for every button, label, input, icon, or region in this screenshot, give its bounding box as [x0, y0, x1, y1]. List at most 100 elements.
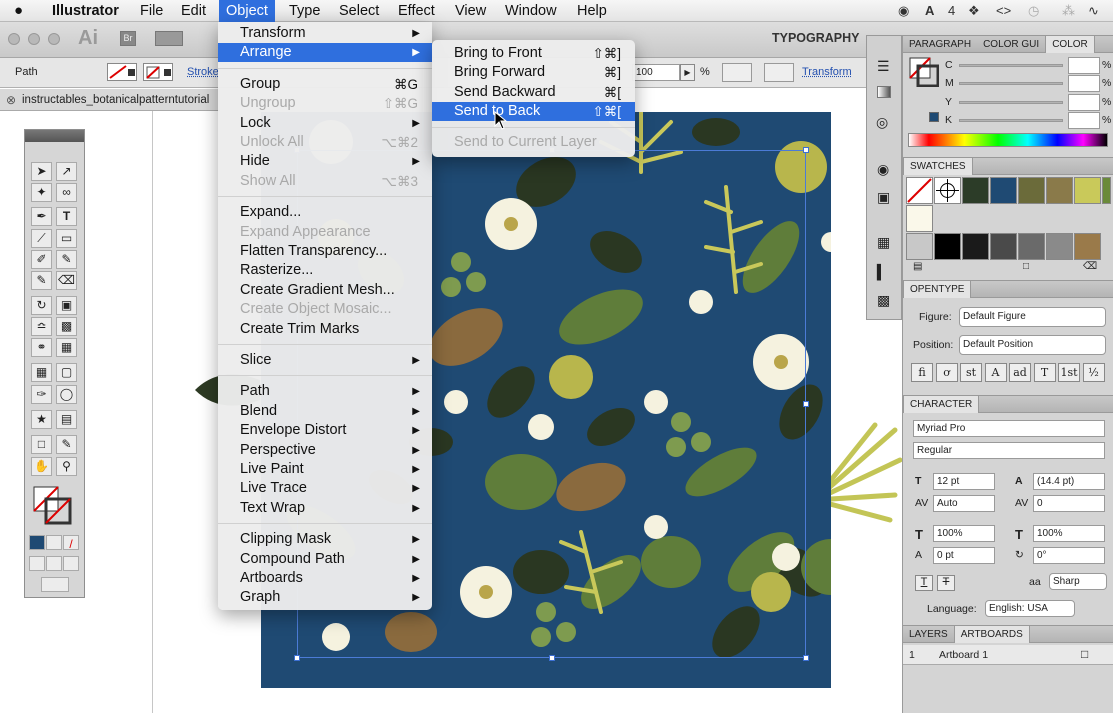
object-menu-item[interactable]: Text Wrap ▶ [218, 499, 432, 518]
swatch-color[interactable] [990, 233, 1017, 260]
arrange-menu-item[interactable]: Bring to Front ⇧⌘] [432, 44, 635, 63]
artboard-row[interactable]: 1 Artboard 1 □ [903, 645, 1113, 665]
dropbox-icon[interactable]: ❖ [968, 3, 980, 19]
resize-handle[interactable] [803, 655, 809, 661]
font-size-field[interactable]: 12 pt [933, 473, 995, 490]
swatch-registration[interactable] [934, 177, 961, 204]
blend-tool-icon[interactable]: ◯ [56, 385, 77, 404]
swatch-color[interactable] [934, 233, 961, 260]
object-menu-item[interactable]: Artboards ▶ [218, 569, 432, 588]
object-menu-item[interactable]: Clipping Mask ▶ [218, 530, 432, 549]
align-icon[interactable] [764, 63, 794, 82]
color-chip[interactable] [929, 112, 939, 122]
column-graph-tool-icon[interactable]: ▤ [56, 410, 77, 429]
none-mode-icon[interactable]: / [63, 535, 79, 551]
opacity-field[interactable]: 100 [632, 64, 680, 81]
swatch-color[interactable] [1018, 233, 1045, 260]
rectangle-tool-icon[interactable]: ▭ [56, 229, 77, 248]
perspective-grid-tool-icon[interactable]: ▦ [56, 338, 77, 357]
tab-opentype[interactable]: OPENTYPE [903, 281, 972, 298]
color-mode-icon[interactable] [29, 535, 45, 550]
tab-color[interactable]: COLOR [1045, 36, 1095, 53]
tab-swatches[interactable]: SWATCHES [903, 158, 973, 175]
menu-window[interactable]: Window [505, 2, 557, 20]
opentype-glyph-button[interactable]: A [984, 363, 1007, 382]
bridge-button[interactable]: Br [120, 31, 136, 46]
transform-panel-icon[interactable]: ▦ [877, 234, 890, 251]
object-menu-item[interactable]: Live Paint ▶ [218, 460, 432, 479]
slice-tool-icon[interactable]: ✎ [56, 435, 77, 454]
recolor-icon[interactable] [722, 63, 752, 82]
pen-tool-icon[interactable]: ✒ [31, 207, 52, 226]
close-tab-icon[interactable]: ⊗ [6, 89, 16, 110]
delete-swatch-icon[interactable]: ⌫ [1083, 261, 1097, 272]
align-panel-icon[interactable]: ▍ [877, 264, 888, 281]
kerning-field[interactable]: Auto [933, 495, 995, 512]
opentype-glyph-button[interactable]: ơ [935, 363, 958, 382]
underline-button[interactable]: T [915, 575, 933, 591]
channel-m-slider[interactable] [959, 82, 1063, 85]
resize-handle[interactable] [803, 147, 809, 153]
tab-character[interactable]: CHARACTER [903, 396, 980, 413]
figure-select[interactable]: Default Figure [959, 307, 1106, 327]
swatch-color[interactable] [962, 177, 989, 204]
eraser-tool-icon[interactable]: ⌫ [56, 271, 77, 290]
rotate-tool-icon[interactable]: ↻ [31, 296, 52, 315]
object-menu-item[interactable]: Create Trim Marks [218, 320, 432, 339]
graphic-styles-panel-icon[interactable]: ▣ [877, 189, 890, 206]
channel-m-field[interactable] [1068, 75, 1100, 92]
apple-icon[interactable]: ● [14, 2, 23, 20]
fill-stroke-color-icon[interactable] [909, 57, 940, 88]
object-menu-item[interactable]: Flatten Transparency... [218, 242, 432, 261]
document-tab[interactable]: ⊗ instructables_botanicalpatterntutorial [0, 89, 220, 111]
timemachine-icon[interactable]: ◷ [1028, 3, 1039, 19]
opentype-glyph-button[interactable]: 1st [1058, 363, 1080, 382]
object-menu-item[interactable]: Create Gradient Mesh... [218, 281, 432, 300]
object-menu-item[interactable]: Path ▶ [218, 382, 432, 401]
tab-artboards[interactable]: ARTBOARDS [953, 626, 1030, 643]
object-menu-item[interactable]: Blend ▶ [218, 402, 432, 421]
font-style-field[interactable]: Regular [913, 442, 1105, 459]
swatch-folder-icon[interactable] [906, 233, 933, 260]
swatch-none[interactable] [906, 177, 933, 204]
free-transform-tool-icon[interactable]: ▩ [56, 317, 77, 336]
channel-c-field[interactable] [1068, 57, 1100, 74]
leading-field[interactable]: (14.4 pt) [1033, 473, 1105, 490]
menu-select[interactable]: Select [339, 2, 379, 20]
swatch-color[interactable] [1046, 177, 1073, 204]
bluetooth-icon[interactable]: ⁂ [1062, 3, 1075, 19]
opentype-glyph-button[interactable]: fi [911, 363, 933, 382]
swatch-color[interactable] [1074, 233, 1101, 260]
tab-layers[interactable]: LAYERS [903, 626, 954, 643]
minimize-window-icon[interactable] [28, 33, 40, 45]
workspace-switcher[interactable]: TYPOGRAPHY [772, 31, 860, 45]
object-menu-item[interactable]: Expand... [218, 203, 432, 222]
tools-panel-titlebar[interactable] [25, 130, 84, 142]
magic-wand-tool-icon[interactable]: ✦ [31, 183, 52, 202]
zoom-tool-icon[interactable]: ⚲ [56, 457, 77, 476]
hand-tool-icon[interactable]: ✋ [31, 457, 52, 476]
menu-object[interactable]: Object [219, 0, 275, 22]
horizontal-scale-field[interactable]: 100% [1033, 525, 1105, 542]
direct-selection-tool-icon[interactable]: ↗ [56, 162, 77, 181]
arrange-menu-item[interactable]: Send Backward ⌘[ [432, 83, 635, 102]
position-select[interactable]: Default Position [959, 335, 1106, 355]
fill-stroke-indicator-icon[interactable] [33, 486, 73, 528]
object-menu-item[interactable]: Compound Path ▶ [218, 550, 432, 569]
scale-tool-icon[interactable]: ▣ [56, 296, 77, 315]
draw-normal-icon[interactable] [29, 556, 45, 571]
menu-edit[interactable]: Edit [181, 2, 206, 20]
stroke-link[interactable]: Stroke [187, 66, 219, 78]
antialias-select[interactable]: Sharp [1049, 573, 1107, 590]
resize-handle[interactable] [549, 655, 555, 661]
menu-view[interactable]: View [455, 2, 486, 20]
channel-k-slider[interactable] [959, 119, 1063, 122]
opentype-glyph-button[interactable]: st [960, 363, 982, 382]
swatch-color[interactable] [1046, 233, 1073, 260]
arrange-documents-icon[interactable] [155, 31, 183, 46]
artboard-tool-icon[interactable]: □ [31, 435, 52, 454]
swatch-color[interactable] [1102, 177, 1111, 204]
baseline-shift-field[interactable]: 0 pt [933, 547, 995, 564]
fill-swatch[interactable] [107, 63, 137, 81]
object-menu-item[interactable]: Arrange ▶ [218, 43, 432, 63]
